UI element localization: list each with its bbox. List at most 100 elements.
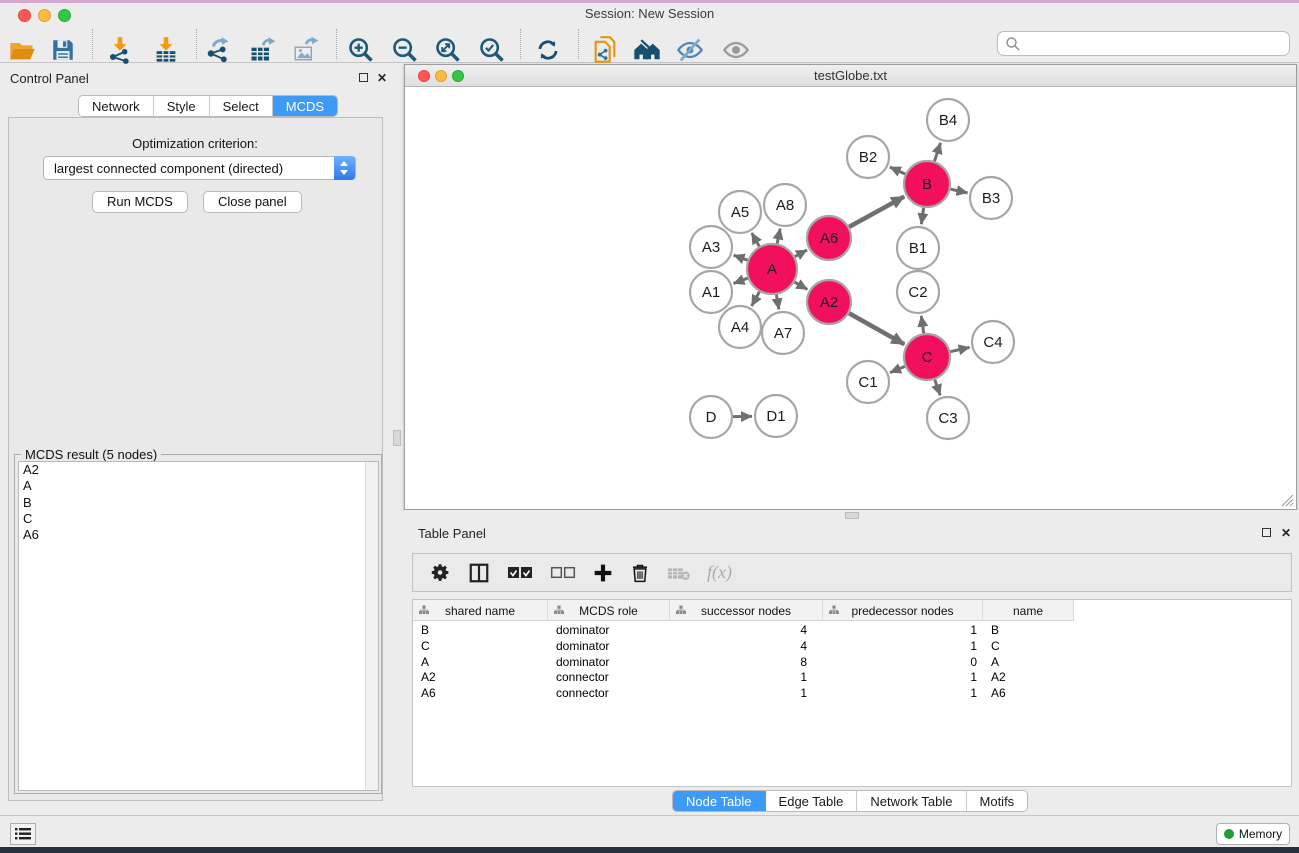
- close-window-button[interactable]: [18, 9, 31, 22]
- graph-node-C3[interactable]: C3: [927, 397, 969, 439]
- graph-node-B3[interactable]: B3: [970, 177, 1012, 219]
- zoom-selected-icon[interactable]: [475, 33, 509, 67]
- graph-node-B[interactable]: B: [904, 161, 950, 207]
- graph-node-A5[interactable]: A5: [719, 191, 761, 233]
- graph-node-D[interactable]: D: [690, 396, 732, 438]
- export-network-icon[interactable]: [201, 33, 235, 67]
- column-header-name[interactable]: name: [983, 600, 1074, 621]
- graph-edge-A2-C[interactable]: [849, 313, 904, 344]
- graph-node-A6[interactable]: A6: [807, 216, 851, 260]
- graph-edge-A-A4[interactable]: [752, 292, 760, 306]
- search-input[interactable]: [997, 31, 1290, 56]
- minimize-window-button[interactable]: [38, 9, 51, 22]
- graph-edge-A-A8[interactable]: [777, 229, 780, 244]
- tab-edge-table[interactable]: Edge Table: [766, 791, 858, 811]
- window-resize-grip-icon[interactable]: [1281, 494, 1294, 507]
- settings-gear-icon[interactable]: [430, 562, 451, 583]
- task-list-button[interactable]: [10, 823, 36, 845]
- mcds-result-item[interactable]: A2: [19, 462, 378, 478]
- tab-select[interactable]: Select: [210, 96, 273, 116]
- graph-node-B4[interactable]: B4: [927, 99, 969, 141]
- zoom-fit-icon[interactable]: [431, 33, 465, 67]
- close-panel-icon[interactable]: ✕: [1281, 527, 1291, 539]
- divider-grip[interactable]: [393, 430, 401, 446]
- graph-edge-C-C3[interactable]: [935, 380, 940, 396]
- tab-network[interactable]: Network: [79, 96, 154, 116]
- graph-node-C[interactable]: C: [904, 334, 950, 380]
- graph-node-A8[interactable]: A8: [764, 184, 806, 226]
- graph-edge-C-C1[interactable]: [890, 366, 905, 372]
- minimize-network-button[interactable]: [435, 70, 447, 82]
- tab-mcds[interactable]: MCDS: [273, 96, 337, 116]
- tab-style[interactable]: Style: [154, 96, 210, 116]
- float-panel-icon[interactable]: [359, 73, 368, 82]
- graph-edge-A-A6[interactable]: [795, 250, 807, 257]
- mcds-result-item[interactable]: A: [19, 478, 378, 494]
- delete-column-icon[interactable]: [630, 562, 650, 584]
- close-panel-icon[interactable]: ✕: [377, 72, 387, 84]
- graph-edge-B-B3[interactable]: [950, 189, 967, 193]
- network-graph-canvas[interactable]: B4B2BB3A5A8A6A3AB1A1C2A2A4A7CC4C1C3DD1: [405, 87, 1296, 509]
- close-panel-button[interactable]: Close panel: [203, 191, 302, 213]
- graph-edge-B-B4[interactable]: [934, 143, 940, 161]
- graph-node-C1[interactable]: C1: [847, 361, 889, 403]
- scrollbar-track[interactable]: [365, 462, 378, 790]
- graph-node-A1[interactable]: A1: [690, 271, 732, 313]
- graph-edge-C-C4[interactable]: [950, 347, 969, 351]
- tab-node-table[interactable]: Node Table: [673, 791, 766, 811]
- show-all-eye-icon[interactable]: [719, 33, 753, 67]
- mcds-result-item[interactable]: B: [19, 495, 378, 511]
- table-row[interactable]: Cdominator41C: [413, 639, 1074, 655]
- zoom-in-icon[interactable]: [344, 33, 378, 67]
- zoom-window-button[interactable]: [58, 9, 71, 22]
- table-row[interactable]: Adominator80A: [413, 655, 1074, 671]
- select-all-columns-icon[interactable]: [507, 566, 533, 580]
- run-mcds-button[interactable]: Run MCDS: [92, 191, 188, 213]
- criterion-dropdown[interactable]: largest connected component (directed): [43, 156, 356, 180]
- export-image-icon[interactable]: [288, 33, 322, 67]
- graph-edge-A-A1[interactable]: [733, 278, 747, 283]
- zoom-out-icon[interactable]: [388, 33, 422, 67]
- home-layout-icon[interactable]: [630, 33, 664, 67]
- export-table-icon[interactable]: [245, 33, 279, 67]
- import-network-icon[interactable]: [103, 33, 137, 67]
- graph-node-A3[interactable]: A3: [690, 226, 732, 268]
- graph-node-B1[interactable]: B1: [897, 227, 939, 269]
- graph-edge-A-A5[interactable]: [752, 233, 760, 246]
- graph-edge-C-C2[interactable]: [921, 316, 923, 333]
- mcds-result-item[interactable]: A6: [19, 527, 378, 543]
- close-network-button[interactable]: [418, 70, 430, 82]
- hide-selected-eye-icon[interactable]: [673, 33, 707, 67]
- graph-node-C2[interactable]: C2: [897, 271, 939, 313]
- tab-motifs[interactable]: Motifs: [967, 791, 1028, 811]
- table-row[interactable]: A6connector11A6: [413, 686, 1074, 702]
- graph-edge-B-B1[interactable]: [921, 208, 923, 224]
- graph-node-A7[interactable]: A7: [762, 312, 804, 354]
- graph-edge-A-A2[interactable]: [795, 282, 808, 289]
- add-column-icon[interactable]: [593, 563, 613, 583]
- column-header-predecessor-nodes[interactable]: predecessor nodes: [823, 600, 983, 621]
- new-network-from-selection-icon[interactable]: [588, 33, 622, 67]
- graph-edge-B-B2[interactable]: [890, 167, 905, 174]
- show-column-icon[interactable]: [468, 562, 490, 584]
- import-table-icon[interactable]: [149, 33, 183, 67]
- save-session-icon[interactable]: [46, 33, 80, 67]
- graph-node-A2[interactable]: A2: [807, 280, 851, 324]
- open-session-icon[interactable]: [5, 33, 39, 67]
- table-row[interactable]: A2connector11A2: [413, 670, 1074, 686]
- tab-network-table[interactable]: Network Table: [857, 791, 966, 811]
- graph-node-D1[interactable]: D1: [755, 395, 797, 437]
- float-panel-icon[interactable]: [1262, 528, 1271, 537]
- zoom-network-button[interactable]: [452, 70, 464, 82]
- table-row[interactable]: Bdominator41B: [413, 623, 1074, 639]
- graph-edge-A-A3[interactable]: [734, 255, 748, 260]
- column-header-shared-name[interactable]: shared name: [413, 600, 548, 621]
- column-header-MCDS-role[interactable]: MCDS role: [548, 600, 670, 621]
- mcds-result-item[interactable]: C: [19, 511, 378, 527]
- graph-node-A4[interactable]: A4: [719, 306, 761, 348]
- graph-node-B2[interactable]: B2: [847, 136, 889, 178]
- deselect-all-columns-icon[interactable]: [550, 566, 576, 580]
- column-header-successor-nodes[interactable]: successor nodes: [670, 600, 823, 621]
- graph-node-A[interactable]: A: [747, 244, 797, 294]
- memory-button[interactable]: Memory: [1216, 823, 1290, 845]
